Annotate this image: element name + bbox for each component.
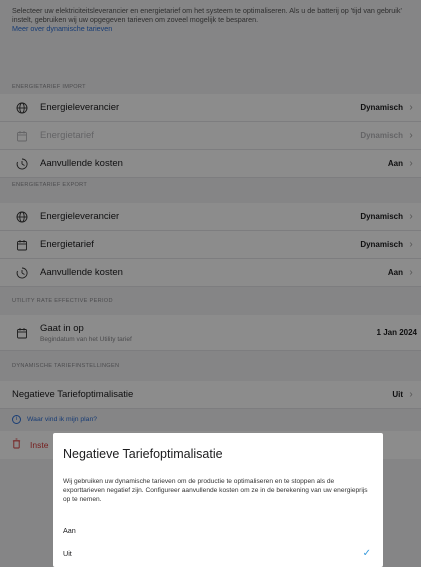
negative-tariff-modal: Negatieve Tariefoptimalisatie Wij gebrui… — [53, 433, 383, 567]
modal-description: Wij gebruiken uw dynamische tarieven om … — [63, 478, 368, 504]
modal-option-on[interactable]: Aan — [63, 521, 375, 539]
modal-title: Negatieve Tariefoptimalisatie — [63, 447, 223, 461]
modal-option-on-label: Aan — [63, 525, 76, 535]
checkmark-icon: ✓ — [362, 547, 371, 559]
modal-option-off-label: Uit — [63, 548, 72, 558]
modal-option-off[interactable]: Uit ✓ — [63, 544, 375, 562]
